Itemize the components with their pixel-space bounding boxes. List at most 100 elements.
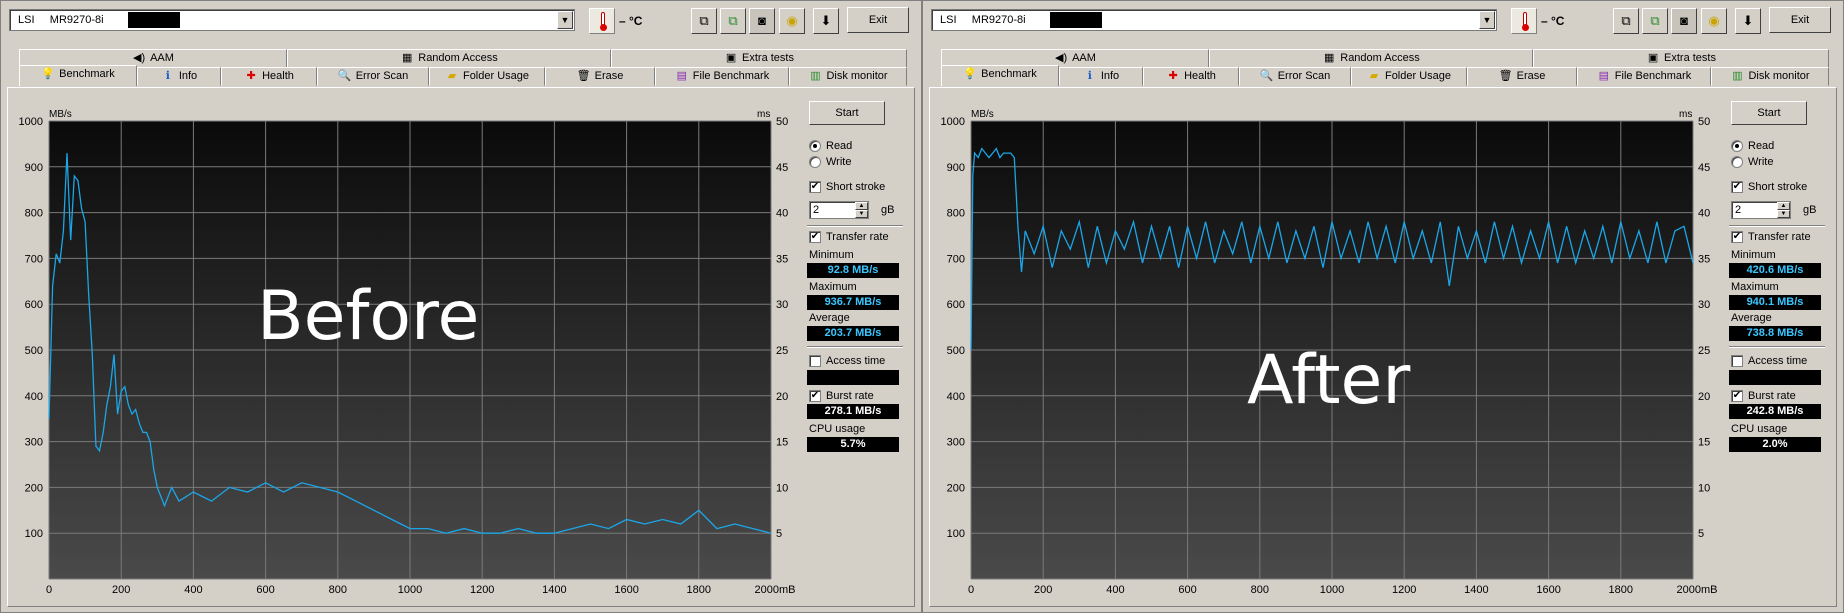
maximum-value: 936.7 MB/s (807, 295, 899, 310)
divider (807, 225, 903, 227)
y-axis-unit: MB/s (971, 109, 994, 120)
y-tick-label: 700 (25, 253, 43, 265)
average-label: Average (809, 312, 850, 324)
tab-benchmark[interactable]: 💡 Benchmark (19, 65, 137, 86)
y-tick-label: 300 (25, 437, 43, 449)
y2-tick-label: 35 (776, 253, 788, 265)
y2-tick-label: 45 (1698, 162, 1710, 174)
average-value: 203.7 MB/s (807, 326, 899, 341)
x-tick-label: 200 (1034, 584, 1052, 596)
lightbulb-icon: 💡 (41, 68, 56, 80)
y2-tick-label: 50 (776, 116, 788, 128)
short-stroke-checkbox[interactable]: ✔ (1731, 181, 1743, 193)
divider (807, 346, 903, 348)
y2-tick-label: 30 (1698, 299, 1710, 311)
write-label: Write (826, 156, 852, 168)
spin-up-icon[interactable]: ▲ (1777, 202, 1790, 210)
write-radio[interactable] (809, 156, 821, 168)
x-tick-label: 600 (256, 584, 274, 596)
y2-tick-label: 15 (776, 437, 788, 449)
short-stroke-checkbox[interactable]: ✔ (809, 181, 821, 193)
burst-rate-checkbox[interactable]: ✔ (1731, 390, 1743, 402)
stroke-size-input[interactable]: 2 ▲ ▼ (809, 201, 869, 219)
y2-tick-label: 25 (776, 345, 788, 357)
start-button[interactable]: Start (809, 101, 885, 125)
cpu-usage-label: CPU usage (1731, 423, 1788, 435)
stroke-size-input[interactable]: 2 ▲ ▼ (1731, 201, 1791, 219)
minimum-label: Minimum (809, 249, 854, 261)
y2-tick-label: 35 (1698, 253, 1710, 265)
short-stroke-label: Short stroke (1748, 181, 1808, 193)
cpu-usage-value: 5.7% (807, 437, 899, 452)
cpu-usage-label: CPU usage (809, 423, 866, 435)
y-tick-label: 500 (25, 345, 43, 357)
x-tick-label: 800 (329, 584, 347, 596)
y2-tick-label: 5 (776, 528, 782, 540)
tab-benchmark[interactable]: 💡 Benchmark (941, 65, 1059, 86)
read-radio[interactable] (1731, 140, 1743, 152)
y-tick-label: 600 (25, 299, 43, 311)
y-axis-unit: MB/s (49, 109, 72, 120)
average-label: Average (1731, 312, 1772, 324)
x-tick-label: 1000 (398, 584, 422, 596)
transfer-rate-checkbox[interactable]: ✔ (1731, 231, 1743, 243)
spin-up-icon[interactable]: ▲ (855, 202, 868, 210)
y-tick-label: 100 (25, 528, 43, 540)
x-tick-label: 1600 (614, 584, 638, 596)
y2-tick-label: 45 (776, 162, 788, 174)
write-radio[interactable] (1731, 156, 1743, 168)
stroke-size-value: 2 (813, 204, 820, 216)
x-tick-label: 1000 (1320, 584, 1344, 596)
x-tick-label: 1800 (687, 584, 711, 596)
y-tick-label: 900 (947, 162, 965, 174)
spin-down-icon[interactable]: ▼ (855, 210, 868, 218)
y-tick-label: 500 (947, 345, 965, 357)
access-time-checkbox[interactable] (809, 355, 821, 367)
y-tick-label: 100 (947, 528, 965, 540)
y-tick-label: 600 (947, 299, 965, 311)
y-tick-label: 200 (947, 482, 965, 494)
start-button[interactable]: Start (1731, 101, 1807, 125)
access-time-value (807, 370, 899, 385)
hdtune-window-after: LSI MR9270-8i ▼ – °C ⧉ ⧉ ◙ ◉ ⬇ Exit ◀) AA… (922, 0, 1844, 613)
access-time-label: Access time (826, 355, 886, 367)
y-tick-label: 900 (25, 162, 43, 174)
lightbulb-icon: 💡 (963, 68, 978, 80)
tab-label: Benchmark (59, 68, 115, 80)
write-label: Write (1748, 156, 1774, 168)
transfer-rate-checkbox[interactable]: ✔ (809, 231, 821, 243)
minimum-label: Minimum (1731, 249, 1776, 261)
y-tick-label: 700 (947, 253, 965, 265)
y-tick-label: 300 (947, 437, 965, 449)
x-tick-label: 400 (1106, 584, 1124, 596)
x-tick-label: 1400 (542, 584, 566, 596)
cpu-usage-value: 2.0% (1729, 437, 1821, 452)
y2-tick-label: 15 (1698, 437, 1710, 449)
hdtune-window-before: LSI MR9270-8i ▼ – °C ⧉ ⧉ ◙ ◉ ⬇ Exit ◀) AA… (0, 0, 922, 613)
stroke-size-value: 2 (1735, 204, 1742, 216)
minimum-value: 92.8 MB/s (807, 263, 899, 278)
minimum-value: 420.6 MB/s (1729, 263, 1821, 278)
y-tick-label: 200 (25, 482, 43, 494)
access-time-checkbox[interactable] (1731, 355, 1743, 367)
y2-tick-label: 5 (1698, 528, 1704, 540)
y2-tick-label: 10 (776, 482, 788, 494)
x-tick-label: 0 (46, 584, 52, 596)
maximum-label: Maximum (809, 281, 857, 293)
y2-axis-unit: ms (1679, 109, 1692, 120)
y-tick-label: 800 (25, 208, 43, 220)
y-tick-label: 1000 (941, 116, 965, 128)
burst-rate-value: 242.8 MB/s (1729, 404, 1821, 419)
y-tick-label: 400 (25, 391, 43, 403)
read-radio[interactable] (809, 140, 821, 152)
spin-down-icon[interactable]: ▼ (1777, 210, 1790, 218)
x-tick-label: 2000mB (1677, 584, 1718, 596)
burst-rate-checkbox[interactable]: ✔ (809, 390, 821, 402)
benchmark-chart: MB/s ms1002003004005006007008009001000510… (941, 109, 1718, 596)
x-tick-label: 1400 (1464, 584, 1488, 596)
y2-axis-unit: ms (757, 109, 770, 120)
y2-tick-label: 25 (1698, 345, 1710, 357)
y2-tick-label: 30 (776, 299, 788, 311)
x-tick-label: 1200 (1392, 584, 1416, 596)
transfer-rate-label: Transfer rate (826, 231, 889, 243)
